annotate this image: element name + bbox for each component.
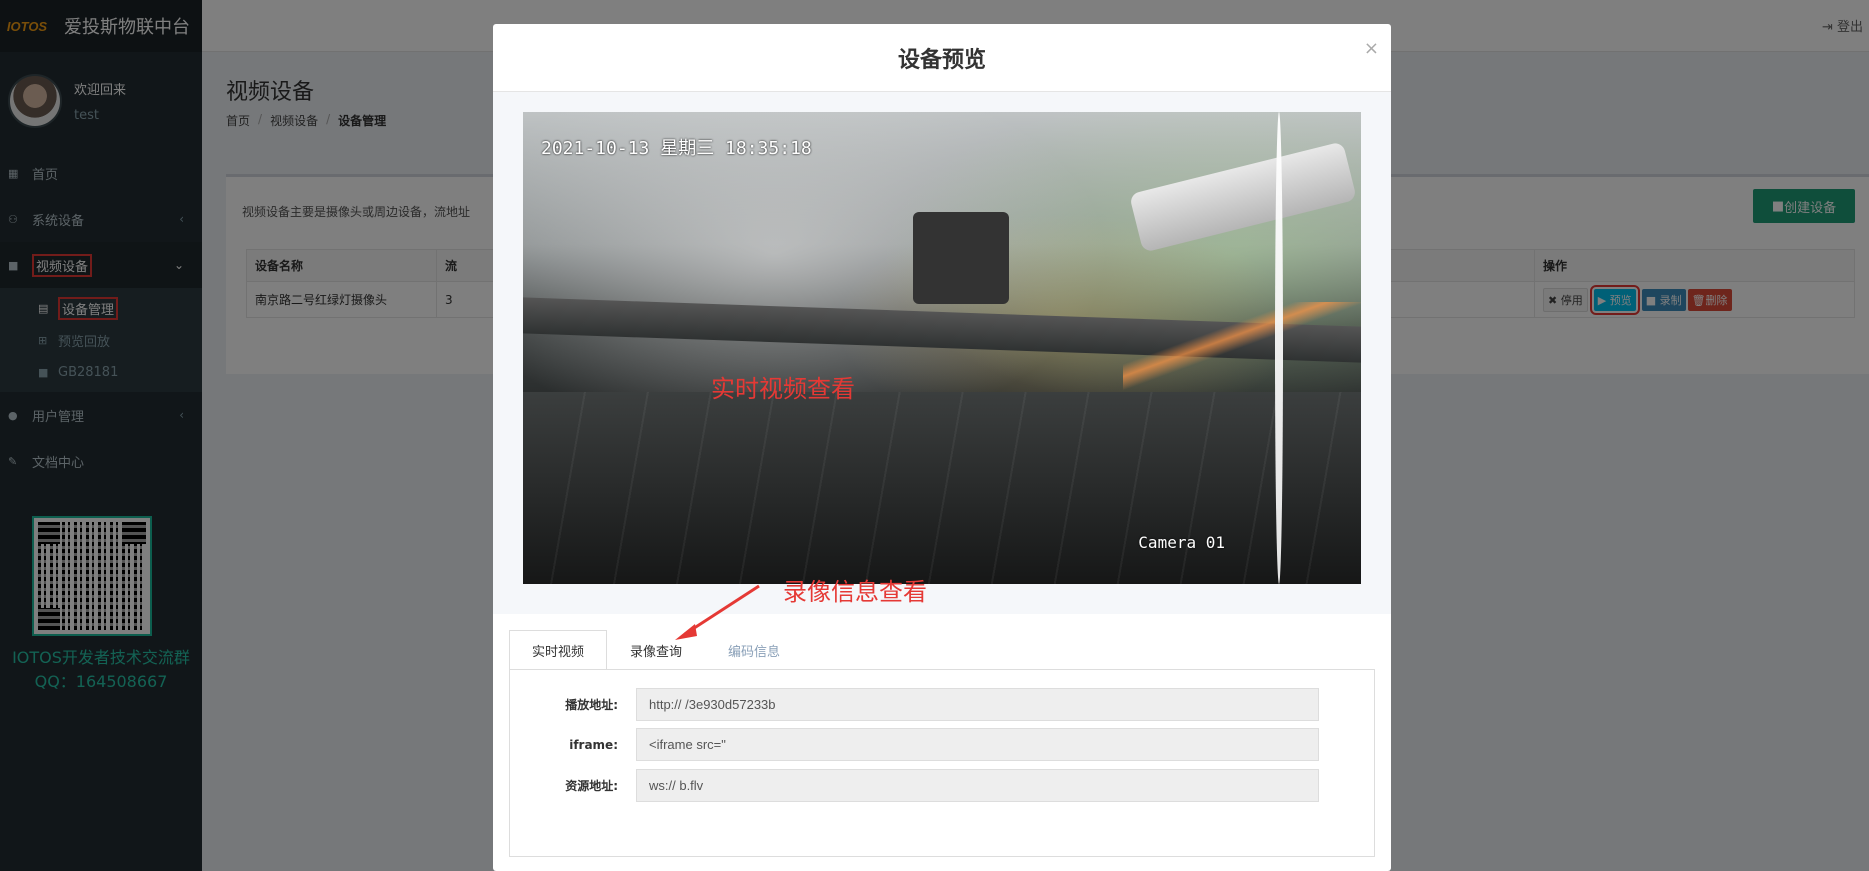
annotation-live-video: 实时视频查看 <box>711 375 855 403</box>
live-video-player[interactable]: 2021-10-13 星期三 18:35:18 Camera 01 <box>523 112 1361 584</box>
play-url-row: 播放地址: http:// /3e930d57233b <box>510 688 1374 721</box>
modal-title: 设备预览 <box>897 47 986 73</box>
annotation-recording: 录像信息查看 <box>783 578 927 606</box>
tab-live-video[interactable]: 实时视频 <box>509 630 608 670</box>
video-area: 2021-10-13 星期三 18:35:18 Camera 01 <box>493 92 1391 614</box>
resource-url-row: 资源地址: ws:// b.flv <box>510 769 1374 802</box>
modal-header: 设备预览 × <box>493 24 1391 92</box>
device-preview-modal: 设备预览 × 2021-10-13 星期三 18:35:18 Camera 01… <box>493 24 1391 871</box>
tab-recording-query[interactable]: 录像查询 <box>607 630 705 670</box>
video-scene <box>523 392 1361 584</box>
tab-encoding-info[interactable]: 编码信息 <box>705 630 803 670</box>
resource-url-field[interactable]: ws:// b.flv <box>636 769 1319 802</box>
iframe-row: iframe: <iframe src=" <box>510 728 1374 761</box>
video-scene <box>1275 112 1283 584</box>
play-url-label: 播放地址: <box>565 698 618 712</box>
modal-tabs: 实时视频 录像查询 编码信息 <box>509 630 803 670</box>
iframe-field[interactable]: <iframe src=" <box>636 728 1319 761</box>
live-video-panel: 播放地址: http:// /3e930d57233b iframe: <ifr… <box>509 669 1375 857</box>
video-camera-label: Camera 01 <box>1138 533 1225 552</box>
close-icon[interactable]: × <box>1364 38 1379 59</box>
video-scene <box>1129 141 1357 253</box>
iframe-label: iframe: <box>569 737 618 752</box>
resource-url-label: 资源地址: <box>565 779 618 793</box>
video-scene <box>1123 302 1361 392</box>
video-timestamp: 2021-10-13 星期三 18:35:18 <box>541 138 812 159</box>
play-url-field[interactable]: http:// /3e930d57233b <box>636 688 1319 721</box>
video-scene <box>913 212 1009 304</box>
